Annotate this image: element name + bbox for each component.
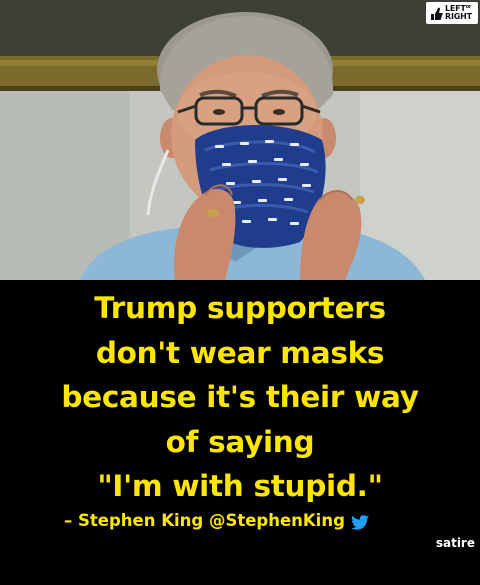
photo: LEFTor RIGHT	[0, 0, 480, 280]
thumb-icon	[431, 7, 443, 20]
attribution: – Stephen King @StephenKing	[64, 511, 369, 530]
satire-tag: satire	[435, 536, 475, 550]
quote-line-4: of saying	[165, 424, 315, 459]
stephen-king-mask-photo	[0, 0, 480, 280]
logo-or-word: or	[465, 4, 472, 10]
twitter-bird-icon	[350, 514, 369, 530]
quote-line-5: "I'm with stupid."	[97, 469, 383, 503]
attribution-text: – Stephen King @StephenKing	[64, 511, 345, 530]
caption-panel: Trump supporters don't wear masks becaus…	[0, 280, 480, 585]
logo-right-word: RIGHT	[445, 12, 472, 21]
left-or-right-logo: LEFTor RIGHT	[426, 2, 478, 24]
quote-text: Trump supporters don't wear masks becaus…	[0, 286, 480, 509]
meme-image: LEFTor RIGHT Trump supporters don't wear…	[0, 0, 480, 585]
quote-line-2: don't wear masks	[95, 335, 385, 370]
quote-line-3: because it's their way	[61, 380, 419, 414]
quote-line-1: Trump supporters	[94, 291, 386, 325]
